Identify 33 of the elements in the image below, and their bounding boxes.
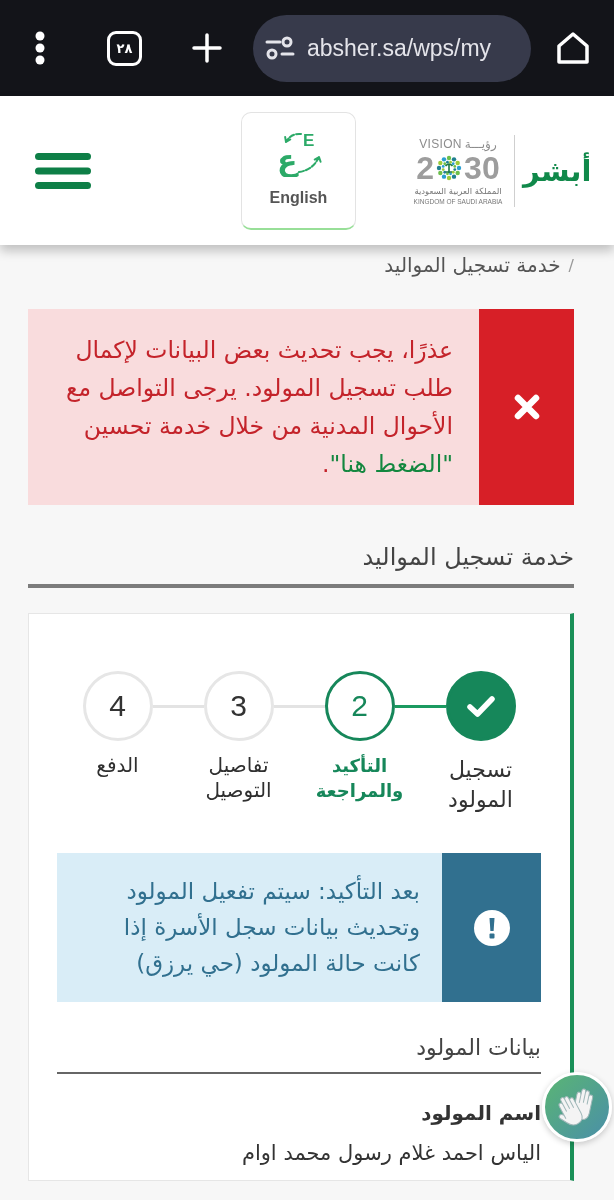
logo-wordmark: أبشر: [523, 153, 592, 188]
more-options-icon[interactable]: [35, 31, 45, 65]
section-title: خدمة تسجيل المواليد: [361, 542, 574, 573]
logo-year: 30: [464, 151, 500, 185]
step-indicator: 3: [203, 671, 274, 741]
subsection-title: بيانات المولود: [415, 1034, 541, 1062]
home-icon[interactable]: [556, 31, 590, 65]
step-indicator: 2: [324, 671, 395, 741]
breadcrumb-separator: /: [568, 255, 574, 275]
sliders-icon: [265, 36, 295, 60]
cross-icon: [512, 393, 541, 421]
alert-message: عذرًا، يجب تحديث بعض البيانات لإكمال طلب تسجيل المولود. يرجى التواصل مع الأحوال المدنية من خلال خدمة تحسين "الضغط هنا".: [64, 335, 454, 480]
check-icon: [465, 694, 496, 718]
step-indicator: 4: [82, 671, 153, 741]
logo-caption: VISION: [419, 135, 462, 152]
exclamation-icon: [473, 909, 510, 946]
emblem-icon: [435, 154, 464, 182]
address-bar[interactable]: absher.sa/wps/my: [253, 14, 531, 82]
alert-link[interactable]: "الضغط هنا": [329, 450, 453, 478]
step-label: الدفع: [95, 753, 140, 779]
step-label: تسجيل المولود: [447, 756, 514, 814]
logo-subtitle: المملكة العربية السعودية: [414, 184, 502, 197]
breadcrumb-link[interactable]: خدمة تسجيل المواليد: [384, 253, 561, 277]
alert-message: بعد التأكيد: سيتم تفعيل المولود وتحديث بيانات سجل الأسرة إذا كانت حالة المولود (حي يرزق): [57, 853, 442, 1002]
field-value: الياس احمد غلام رسول محمد اوام: [240, 1140, 541, 1167]
plus-icon[interactable]: [192, 33, 222, 63]
logo-caption: رؤيـــة: [464, 135, 497, 152]
tab-switcher-button[interactable]: ٢٨: [107, 30, 142, 66]
logo-year: 2: [416, 151, 435, 185]
step-label: تفاصيل التوصيل: [204, 753, 273, 804]
step-label: التأكيد والمراجعة: [314, 753, 405, 804]
menu-icon[interactable]: [35, 152, 91, 189]
field-label: اسم المولود: [420, 1100, 541, 1127]
